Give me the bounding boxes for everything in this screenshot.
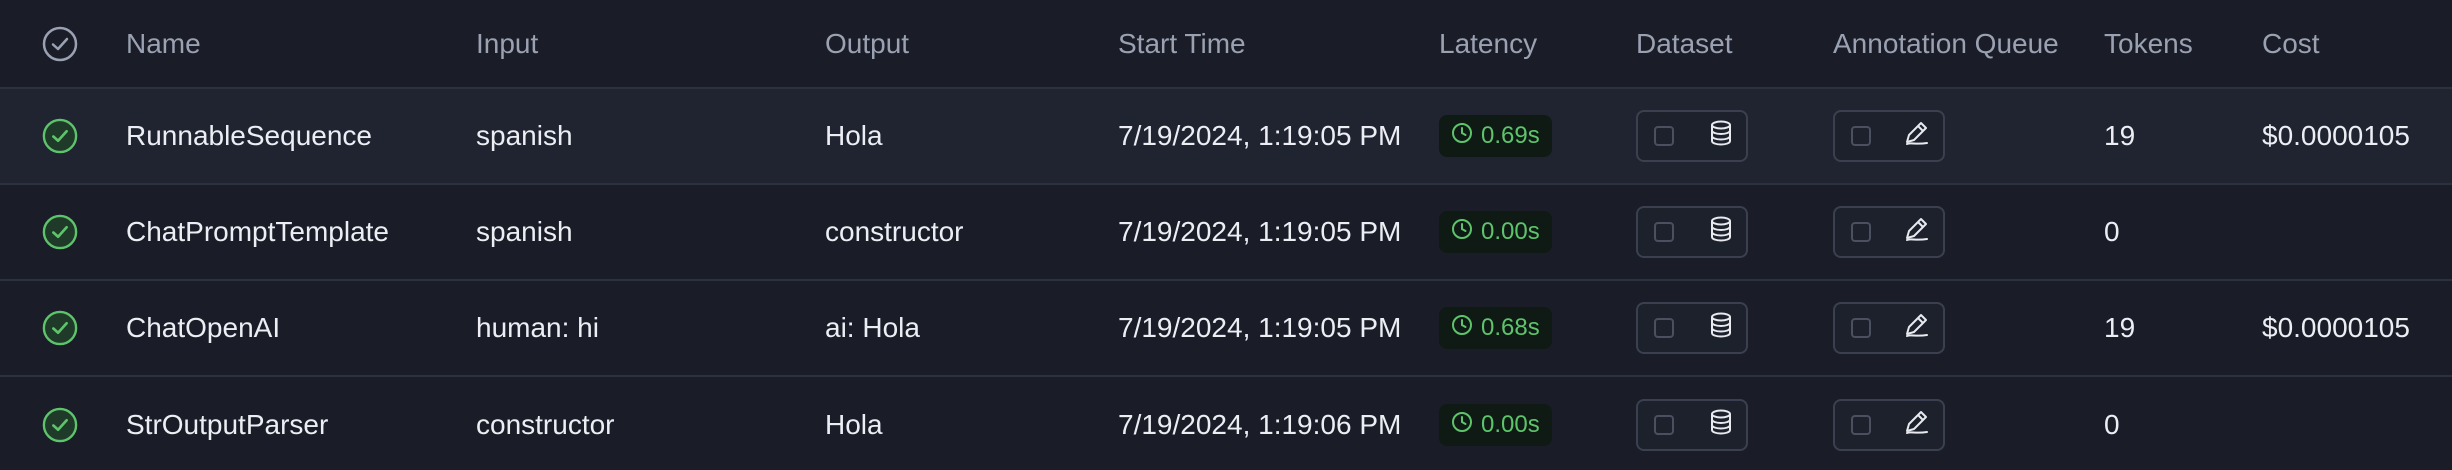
dataset-checkbox[interactable] [1654, 415, 1674, 435]
row-start-time: 7/19/2024, 1:19:05 PM [1118, 216, 1402, 247]
row-dataset [1636, 89, 1748, 183]
row-annotation-queue [1833, 89, 1945, 183]
row-input: spanish [476, 120, 573, 151]
add-to-dataset-button[interactable] [1636, 206, 1748, 258]
add-to-annotation-queue-button[interactable] [1833, 302, 1945, 354]
row-status[interactable] [42, 89, 78, 183]
row-input: human: hi [476, 312, 599, 343]
database-icon [1708, 119, 1734, 154]
clock-icon [1451, 218, 1473, 247]
row-status[interactable] [42, 377, 78, 470]
row-dataset [1636, 281, 1748, 375]
row-annotation-queue [1833, 377, 1945, 470]
circle-check-icon [42, 26, 78, 62]
table-row[interactable]: RunnableSequence spanish Hola 7/19/2024,… [0, 89, 2452, 185]
row-input: constructor [476, 409, 615, 440]
latency-value: 0.00s [1481, 218, 1540, 245]
column-header-input[interactable]: Input [476, 0, 538, 87]
table-row[interactable]: ChatOpenAI human: hi ai: Hola 7/19/2024,… [0, 281, 2452, 377]
annotation-checkbox[interactable] [1851, 415, 1871, 435]
add-to-annotation-queue-button[interactable] [1833, 110, 1945, 162]
add-to-annotation-queue-button[interactable] [1833, 399, 1945, 451]
row-name[interactable]: ChatOpenAI [126, 281, 280, 375]
row-dataset [1636, 377, 1748, 470]
row-input: spanish [476, 216, 573, 247]
column-header-annotation-queue[interactable]: Annotation Queue [1833, 0, 2059, 87]
row-output: ai: Hola [825, 312, 920, 343]
table-row[interactable]: StrOutputParser constructor Hola 7/19/20… [0, 377, 2452, 470]
pencil-icon [1901, 118, 1931, 155]
pencil-icon [1901, 214, 1931, 251]
annotation-checkbox[interactable] [1851, 318, 1871, 338]
table-row[interactable]: ChatPromptTemplate spanish constructor 7… [0, 185, 2452, 281]
column-header-tokens[interactable]: Tokens [2104, 0, 2193, 87]
database-icon [1708, 215, 1734, 250]
column-header-latency[interactable]: Latency [1439, 0, 1537, 87]
clock-icon [1451, 122, 1473, 151]
column-header-start-time[interactable]: Start Time [1118, 0, 1246, 87]
latency-badge: 0.69s [1439, 115, 1552, 157]
dataset-checkbox[interactable] [1654, 126, 1674, 146]
row-cost: $0.0000105 [2262, 312, 2410, 343]
row-latency: 0.68s [1439, 281, 1552, 375]
annotation-checkbox[interactable] [1851, 222, 1871, 242]
column-header-output[interactable]: Output [825, 0, 909, 87]
success-check-icon [42, 407, 78, 443]
row-cost: $0.0000105 [2262, 120, 2410, 151]
success-check-icon [42, 214, 78, 250]
pencil-icon [1901, 310, 1931, 347]
row-annotation-queue [1833, 281, 1945, 375]
row-tokens: 19 [2104, 120, 2136, 151]
row-tokens: 0 [2104, 216, 2120, 247]
row-output: Hola [825, 409, 883, 440]
table-header: Name Input Output Start Time Latency Dat… [0, 0, 2452, 89]
row-status[interactable] [42, 185, 78, 279]
row-latency: 0.00s [1439, 377, 1552, 470]
add-to-dataset-button[interactable] [1636, 302, 1748, 354]
database-icon [1708, 311, 1734, 346]
pencil-icon [1901, 407, 1931, 444]
success-check-icon [42, 118, 78, 154]
dataset-checkbox[interactable] [1654, 222, 1674, 242]
runs-table: Name Input Output Start Time Latency Dat… [0, 0, 2452, 470]
add-to-dataset-button[interactable] [1636, 399, 1748, 451]
select-all-checkbox[interactable] [42, 0, 78, 87]
add-to-dataset-button[interactable] [1636, 110, 1748, 162]
row-start-time: 7/19/2024, 1:19:05 PM [1118, 312, 1402, 343]
latency-value: 0.00s [1481, 411, 1540, 438]
latency-value: 0.69s [1481, 122, 1540, 149]
column-header-name[interactable]: Name [126, 0, 201, 87]
row-latency: 0.00s [1439, 185, 1552, 279]
row-tokens: 19 [2104, 312, 2136, 343]
latency-badge: 0.00s [1439, 404, 1552, 446]
row-status[interactable] [42, 281, 78, 375]
dataset-checkbox[interactable] [1654, 318, 1674, 338]
latency-badge: 0.68s [1439, 307, 1552, 349]
row-start-time: 7/19/2024, 1:19:05 PM [1118, 120, 1402, 151]
success-check-icon [42, 310, 78, 346]
row-output: constructor [825, 216, 964, 247]
row-annotation-queue [1833, 185, 1945, 279]
row-output: Hola [825, 120, 883, 151]
database-icon [1708, 408, 1734, 443]
column-header-cost[interactable]: Cost [2262, 0, 2320, 87]
latency-badge: 0.00s [1439, 211, 1552, 253]
row-name[interactable]: StrOutputParser [126, 377, 328, 470]
clock-icon [1451, 314, 1473, 343]
annotation-checkbox[interactable] [1851, 126, 1871, 146]
latency-value: 0.68s [1481, 314, 1540, 341]
add-to-annotation-queue-button[interactable] [1833, 206, 1945, 258]
row-name[interactable]: ChatPromptTemplate [126, 185, 389, 279]
row-tokens: 0 [2104, 409, 2120, 440]
column-header-dataset[interactable]: Dataset [1636, 0, 1733, 87]
row-latency: 0.69s [1439, 89, 1552, 183]
row-name[interactable]: RunnableSequence [126, 89, 372, 183]
clock-icon [1451, 411, 1473, 440]
row-start-time: 7/19/2024, 1:19:06 PM [1118, 409, 1402, 440]
row-dataset [1636, 185, 1748, 279]
